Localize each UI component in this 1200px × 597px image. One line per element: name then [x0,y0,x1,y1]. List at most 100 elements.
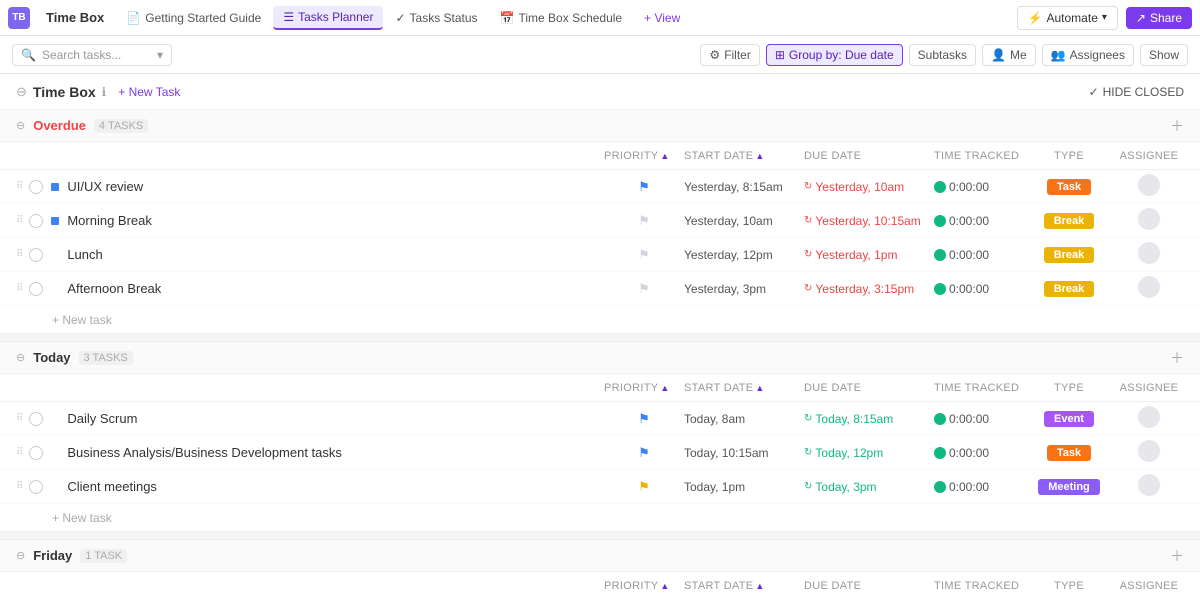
type-badge[interactable]: Break [1044,247,1095,263]
group-by-button[interactable]: ⊞ Group by: Due date [766,44,903,66]
task-checkbox[interactable] [29,412,43,426]
table-row[interactable]: ⠿ Client meetings ⚑ Today, 1pm ↻ Today, … [0,470,1200,504]
checkmark-icon: ✓ [1089,85,1099,99]
priority-flag[interactable]: ⚑ [604,445,684,461]
tab-tasks-status[interactable]: ✓ Tasks Status [385,7,487,29]
collapse-section-friday[interactable]: ⊖ [16,549,25,562]
col-priority-header[interactable]: PRIORITY ▲ [604,580,684,592]
subtasks-button[interactable]: Subtasks [909,44,976,66]
section-header-overdue: ⊖ Overdue 4 TASKS ＋ [0,110,1200,142]
col-priority-header[interactable]: PRIORITY ▲ [604,382,684,394]
priority-flag[interactable]: ⚑ [604,213,684,229]
tab-timebox-schedule[interactable]: 📅 Time Box Schedule [490,7,633,29]
search-input[interactable]: 🔍 Search tasks... ▾ [12,44,172,66]
type-badge[interactable]: Break [1044,281,1095,297]
col-start-header[interactable]: START DATE ▲ [684,382,804,394]
drag-handle[interactable]: ⠿ [16,481,23,492]
list-icon: ☰ [283,10,294,24]
avatar [1138,474,1160,496]
collapse-section-overdue[interactable]: ⊖ [16,119,25,132]
due-date: ↻ Yesterday, 10am [804,180,934,194]
time-tracked: 0:00:00 [934,480,1024,494]
col-priority-header[interactable]: PRIORITY ▲ [604,150,684,162]
recur-icon: ↻ [804,283,812,294]
priority-flag[interactable]: ⚑ [604,411,684,427]
show-button[interactable]: Show [1140,44,1188,66]
tab-getting-started[interactable]: 📄 Getting Started Guide [116,7,271,29]
priority-flag[interactable]: ⚑ [604,179,684,195]
hide-closed-toggle[interactable]: ✓ HIDE CLOSED [1089,85,1184,99]
task-checkbox[interactable] [29,180,43,194]
drag-handle[interactable]: ⠿ [16,413,23,424]
tracked-status-icon [934,413,946,425]
due-date: ↻ Today, 3pm [804,480,934,494]
section-name-friday: Friday [33,548,72,563]
drag-handle[interactable]: ⠿ [16,249,23,260]
start-date: Today, 8am [684,412,804,426]
priority-flag[interactable]: ⚑ [604,247,684,263]
new-task-row-overdue[interactable]: + New task [0,306,1200,334]
priority-flag[interactable]: ⚑ [604,281,684,297]
toolbar-right: ⚙ Filter ⊞ Group by: Due date Subtasks 👤… [700,44,1188,66]
filter-button[interactable]: ⚙ Filter [700,44,759,66]
type-badge[interactable]: Meeting [1038,479,1100,495]
task-name: UI/UX review [67,179,604,194]
col-start-header[interactable]: START DATE ▲ [684,580,804,592]
task-count-today: 3 TASKS [79,351,133,365]
drag-handle[interactable]: ⠿ [16,215,23,226]
type-cell: Meeting [1024,478,1114,495]
col-start-header[interactable]: START DATE ▲ [684,150,804,162]
table-row[interactable]: ⠿ Morning Break ⚑ Yesterday, 10am ↻ Yest… [0,204,1200,238]
me-button[interactable]: 👤 Me [982,44,1036,66]
add-view-btn[interactable]: + View [634,7,690,29]
task-checkbox[interactable] [29,248,43,262]
type-badge[interactable]: Break [1044,213,1095,229]
app-title: Time Box [36,6,114,29]
task-checkbox[interactable] [29,282,43,296]
type-cell: Break [1024,212,1114,229]
task-dot [51,217,59,225]
drag-handle[interactable]: ⠿ [16,181,23,192]
table-row[interactable]: ⠿ Afternoon Break ⚑ Yesterday, 3pm ↻ Yes… [0,272,1200,306]
user-icon: 👤 [991,48,1006,62]
table-row[interactable]: ⠿ Daily Scrum ⚑ Today, 8am ↻ Today, 8:15… [0,402,1200,436]
tab-tasks-planner[interactable]: ☰ Tasks Planner [273,6,383,30]
table-row[interactable]: ⠿ UI/UX review ⚑ Yesterday, 8:15am ↻ Yes… [0,170,1200,204]
drag-handle[interactable]: ⠿ [16,447,23,458]
start-date: Today, 1pm [684,480,804,494]
share-button[interactable]: ↗ Share [1126,7,1192,29]
task-name: Business Analysis/Business Development t… [67,445,604,460]
task-checkbox[interactable] [29,214,43,228]
add-task-section-overdue[interactable]: ＋ [1170,116,1184,136]
section-name-today: Today [33,350,70,365]
col-tracked-header: TIME TRACKED [934,580,1024,592]
drag-handle[interactable]: ⠿ [16,283,23,294]
assignee-cell [1114,208,1184,233]
avatar [1138,242,1160,264]
type-badge[interactable]: Event [1044,411,1094,427]
table-row[interactable]: ⠿ Lunch ⚑ Yesterday, 12pm ↻ Yesterday, 1… [0,238,1200,272]
new-task-row-today[interactable]: + New task [0,504,1200,532]
collapse-section-today[interactable]: ⊖ [16,351,25,364]
automate-button[interactable]: ⚡ Automate ▾ [1017,6,1118,30]
assignee-cell [1114,174,1184,199]
type-badge[interactable]: Task [1047,445,1091,461]
page-header: ⊖ Time Box ℹ + New Task ✓ HIDE CLOSED [0,74,1200,110]
priority-flag[interactable]: ⚑ [604,479,684,495]
task-checkbox[interactable] [29,446,43,460]
assignees-button[interactable]: 👥 Assignees [1042,44,1134,66]
start-date: Yesterday, 3pm [684,282,804,296]
due-date: ↻ Yesterday, 1pm [804,248,934,262]
task-checkbox[interactable] [29,480,43,494]
avatar [1138,440,1160,462]
sort-icon: ▲ [755,383,764,393]
add-task-section-friday[interactable]: ＋ [1170,546,1184,566]
new-task-button[interactable]: + New Task [112,83,186,101]
add-task-section-today[interactable]: ＋ [1170,348,1184,368]
collapse-icon[interactable]: ⊖ [16,84,27,100]
recur-icon: ↻ [804,181,812,192]
type-badge[interactable]: Task [1047,179,1091,195]
chevron-down-icon: ▾ [157,48,163,62]
sort-icon: ▲ [755,151,764,161]
table-row[interactable]: ⠿ Business Analysis/Business Development… [0,436,1200,470]
